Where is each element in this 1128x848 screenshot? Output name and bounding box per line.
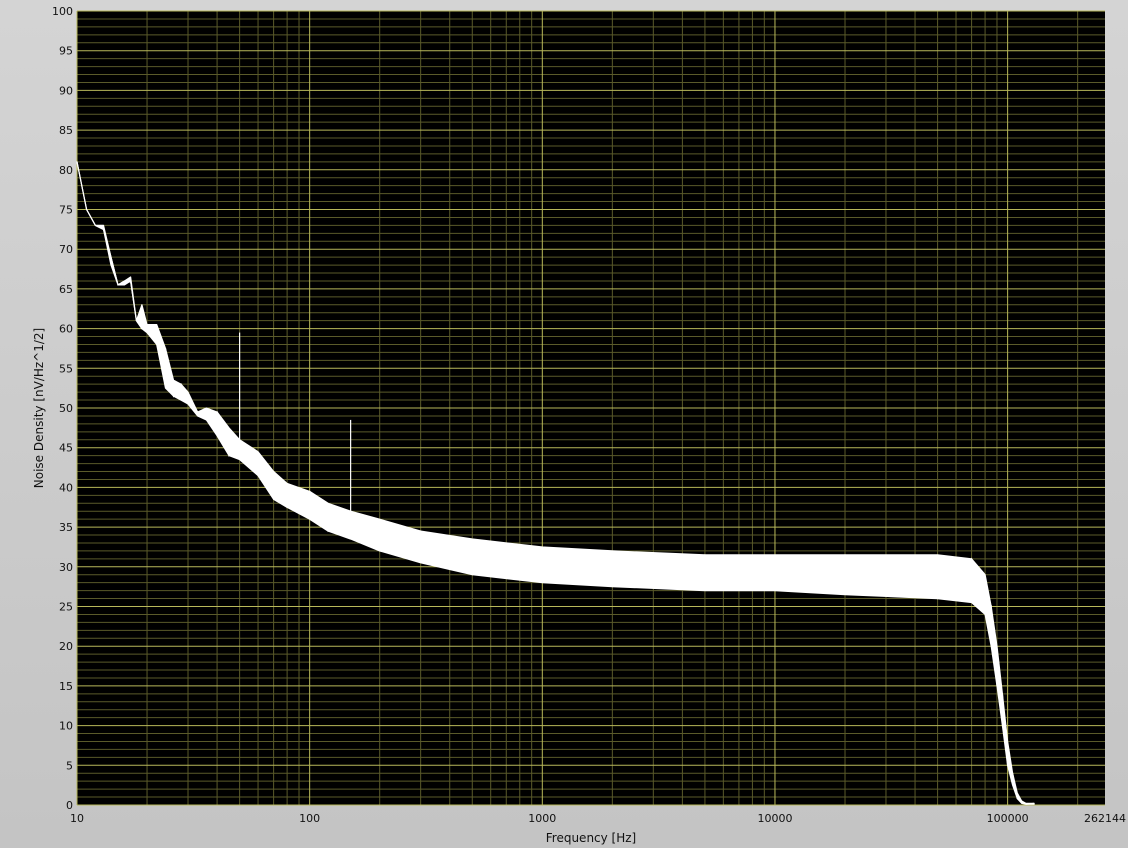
y-tick-label: 20	[59, 640, 73, 653]
y-tick-label: 85	[59, 124, 73, 137]
x-tick-label: 100000	[987, 812, 1029, 825]
y-tick-label: 10	[59, 720, 73, 733]
y-tick-label: 5	[66, 759, 73, 772]
y-tick-label: 95	[59, 45, 73, 58]
x-tick-label: 10	[70, 812, 84, 825]
y-tick-label: 100	[52, 5, 73, 18]
y-tick-label: 15	[59, 680, 73, 693]
noise-density-chart: 10 100 1000 10000 100000 262144 0 5 10 15 20 25 30 3…	[32, 5, 1126, 845]
y-tick-label: 40	[59, 481, 73, 494]
y-tick-label: 90	[59, 84, 73, 97]
major-grid	[76, 10, 1105, 806]
y-tick-label: 0	[66, 799, 73, 812]
y-tick-label: 25	[59, 601, 73, 614]
y-tick-label: 35	[59, 521, 73, 534]
graph-frame: 10 100 1000 10000 100000 262144 0 5 10 15 20 25 30 3…	[0, 0, 1128, 848]
y-tick-label: 80	[59, 164, 73, 177]
x-tick-label: 100	[299, 812, 320, 825]
x-axis-ticks: 10 100 1000 10000 100000 262144	[70, 812, 1126, 825]
x-tick-label: 1000	[528, 812, 556, 825]
y-tick-label: 30	[59, 561, 73, 574]
y-tick-label: 75	[59, 204, 73, 217]
x-tick-label: 262144	[1084, 812, 1126, 825]
y-tick-label: 50	[59, 402, 73, 415]
y-tick-label: 55	[59, 362, 73, 375]
y-tick-label: 70	[59, 243, 73, 256]
y-tick-label: 45	[59, 442, 73, 455]
y-tick-label: 60	[59, 323, 73, 336]
y-tick-label: 65	[59, 283, 73, 296]
x-tick-label: 10000	[757, 812, 792, 825]
y-axis-title: Noise Density [nV/Hz^1/2]	[32, 328, 46, 488]
x-axis-title: Frequency [Hz]	[546, 831, 637, 845]
y-axis-ticks: 0 5 10 15 20 25 30 35 40 45 50 55 60 65 70 75 80 85 90 95 10…	[52, 5, 73, 812]
